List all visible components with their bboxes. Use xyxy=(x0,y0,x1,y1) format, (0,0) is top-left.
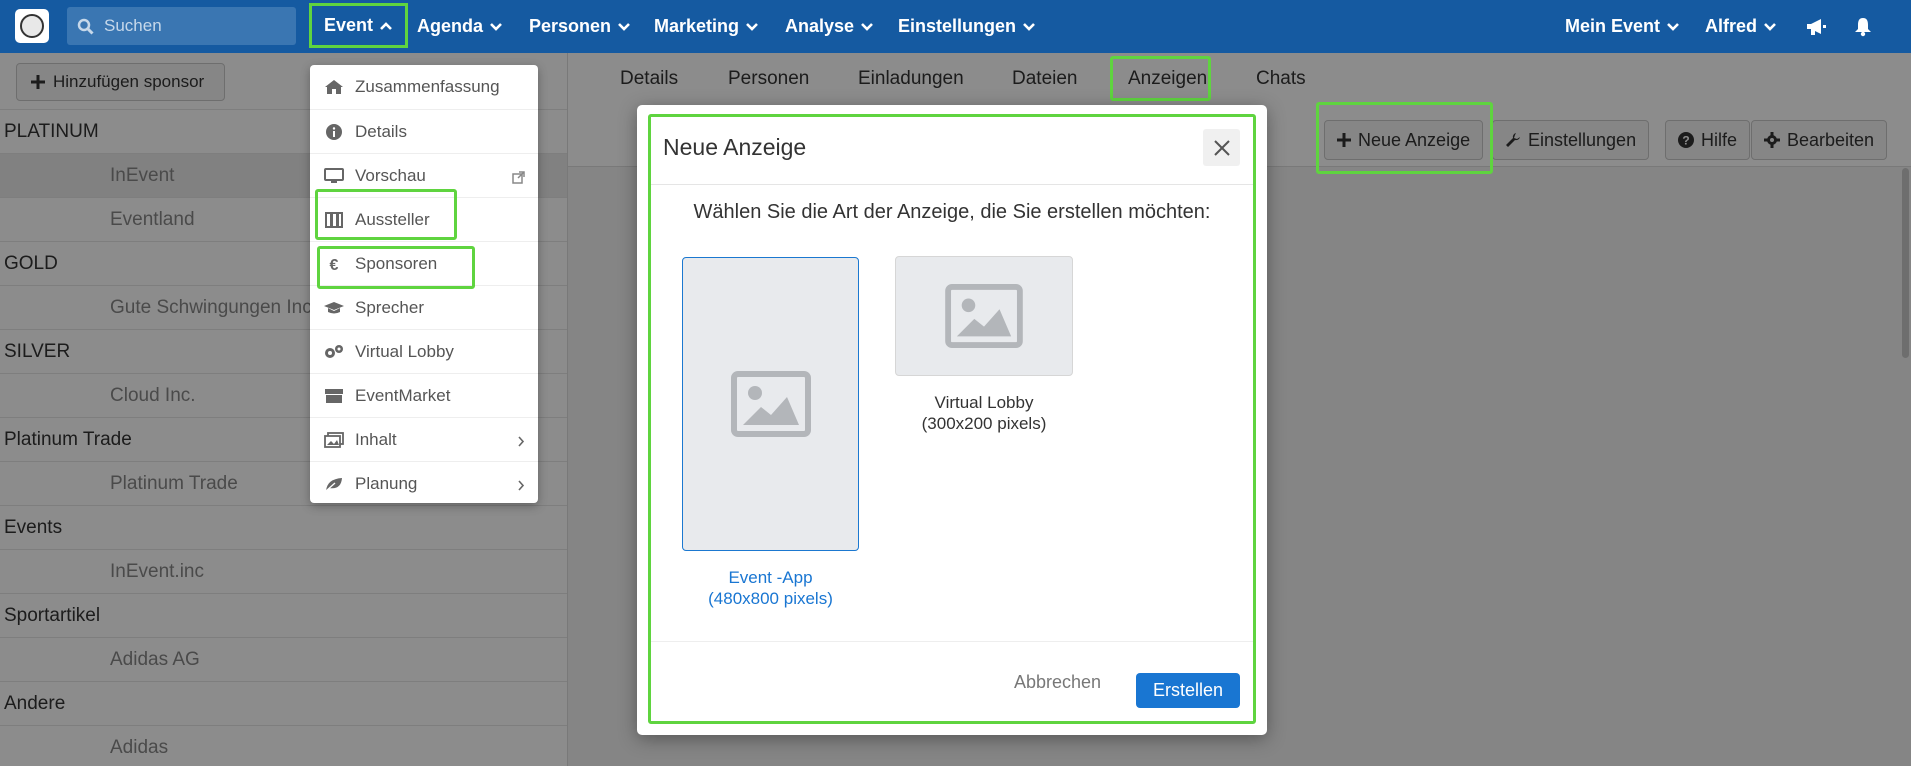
images-icon xyxy=(323,431,345,448)
leaf-icon xyxy=(323,476,345,492)
option-name: Event -App xyxy=(728,568,813,587)
ad-type-option-event-app[interactable] xyxy=(682,257,859,551)
nav-mein-event[interactable]: Mein Event xyxy=(1565,0,1680,53)
nav-analyse[interactable]: Analyse xyxy=(785,0,874,53)
nav-event-label: Event xyxy=(324,15,374,35)
home-icon xyxy=(323,79,345,95)
chevron-down-icon xyxy=(1666,22,1680,32)
store-icon xyxy=(323,388,345,404)
highlight-sponsoren xyxy=(317,246,475,289)
nav-agenda[interactable]: Agenda xyxy=(417,0,503,53)
menu-item-label: Planung xyxy=(355,473,418,493)
nav-agenda-label: Agenda xyxy=(417,16,484,36)
divider xyxy=(651,184,1253,185)
menu-item-planung[interactable]: Planung xyxy=(310,461,538,505)
search-icon xyxy=(77,18,94,35)
megaphone-icon[interactable] xyxy=(1805,0,1827,53)
chevron-right-icon xyxy=(517,433,525,453)
chevron-down-icon xyxy=(489,22,503,32)
app-logo[interactable] xyxy=(15,9,49,43)
nav-user[interactable]: Alfred xyxy=(1705,0,1777,53)
nav-einstellungen-label: Einstellungen xyxy=(898,16,1017,36)
cogs-icon xyxy=(323,344,345,360)
highlight-tab-anzeigen xyxy=(1110,56,1211,101)
chevron-up-icon xyxy=(379,21,393,31)
nav-einstellungen[interactable]: Einstellungen xyxy=(898,0,1036,53)
cancel-button[interactable]: Abbrechen xyxy=(1014,672,1101,693)
nav-personen[interactable]: Personen xyxy=(529,0,631,53)
menu-item-details[interactable]: Details xyxy=(310,109,538,153)
option-name: Virtual Lobby xyxy=(934,393,1034,412)
nav-personen-label: Personen xyxy=(529,16,612,36)
menu-item-virtual-lobby[interactable]: Virtual Lobby xyxy=(310,329,538,373)
menu-item-label: Zusammenfassung xyxy=(355,77,500,96)
create-button[interactable]: Erstellen xyxy=(1136,673,1240,708)
highlight-aussteller xyxy=(315,189,457,240)
chevron-down-icon xyxy=(745,22,759,32)
close-button[interactable] xyxy=(1203,129,1240,166)
info-circle-icon xyxy=(323,123,345,140)
search-box xyxy=(67,7,296,45)
graduation-cap-icon xyxy=(323,300,345,316)
external-link-icon xyxy=(512,169,525,189)
nav-marketing-label: Marketing xyxy=(654,16,740,36)
menu-item-label: Details xyxy=(355,121,407,141)
search-input[interactable] xyxy=(104,7,289,45)
menu-item-sprecher[interactable]: Sprecher xyxy=(310,285,538,329)
image-placeholder-icon xyxy=(730,371,811,437)
nav-user-label: Alfred xyxy=(1705,16,1758,36)
menu-item-zusammenfassung[interactable]: Zusammenfassung xyxy=(310,65,538,109)
menu-item-label: Sprecher xyxy=(355,297,424,317)
modal-prompt: Wählen Sie die Art der Anzeige, die Sie … xyxy=(693,201,1211,223)
ad-type-option-virtual-lobby[interactable] xyxy=(895,256,1073,376)
menu-item-inhalt[interactable]: Inhalt xyxy=(310,417,538,461)
chevron-right-icon xyxy=(517,477,525,497)
chevron-down-icon xyxy=(1022,22,1036,32)
menu-item-label: Vorschau xyxy=(355,165,426,185)
menu-item-label: Virtual Lobby xyxy=(355,341,454,361)
image-placeholder-icon xyxy=(945,284,1023,348)
new-ad-modal: Neue Anzeige Wählen Sie die Art der Anze… xyxy=(637,105,1267,735)
close-icon xyxy=(1213,139,1230,156)
top-navbar: Event Agenda Personen Marketing Analyse … xyxy=(0,0,1911,53)
divider xyxy=(651,641,1253,642)
modal-title: Neue Anzeige xyxy=(663,134,807,160)
menu-item-eventmarket[interactable]: EventMarket xyxy=(310,373,538,417)
chevron-down-icon xyxy=(860,22,874,32)
option-size: (300x200 pixels) xyxy=(921,414,1047,433)
chevron-down-icon xyxy=(617,22,631,32)
bell-icon[interactable] xyxy=(1854,0,1872,53)
ad-type-label-virtual-lobby[interactable]: Virtual Lobby (300x200 pixels) xyxy=(895,392,1073,434)
chevron-down-icon xyxy=(1763,22,1777,32)
highlight-new-ad-button xyxy=(1316,102,1493,174)
monitor-icon xyxy=(323,167,345,184)
ad-type-label-event-app[interactable]: Event -App (480x800 pixels) xyxy=(682,567,859,609)
option-size: (480x800 pixels) xyxy=(708,589,833,608)
menu-item-label: EventMarket xyxy=(355,385,451,405)
logo-mascot-icon xyxy=(20,14,44,38)
nav-event[interactable]: Event xyxy=(309,3,409,48)
nav-analyse-label: Analyse xyxy=(785,16,855,36)
menu-item-label: Inhalt xyxy=(355,429,397,449)
nav-marketing[interactable]: Marketing xyxy=(654,0,759,53)
nav-mein-event-label: Mein Event xyxy=(1565,16,1661,36)
